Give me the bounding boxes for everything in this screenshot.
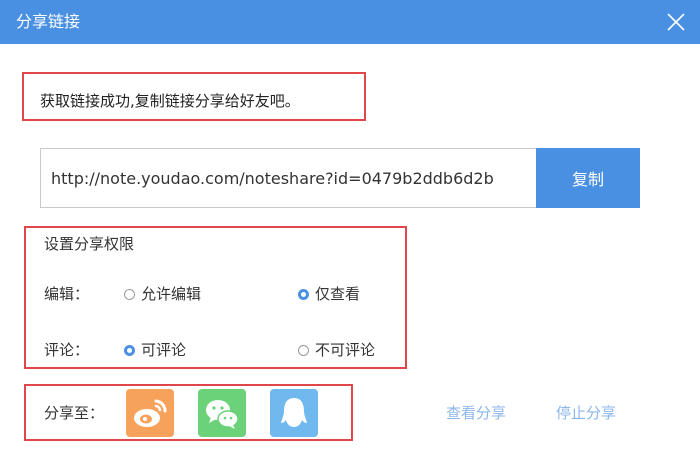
- radio-no-comment[interactable]: 不可评论: [298, 340, 375, 360]
- view-share-link[interactable]: 查看分享: [446, 403, 506, 423]
- comment-label: 评论：: [44, 341, 90, 359]
- radio-view-only[interactable]: 仅查看: [298, 284, 360, 304]
- radio-label: 允许编辑: [141, 285, 202, 303]
- radio-label: 不可评论: [315, 341, 376, 359]
- radio-circle: [124, 344, 135, 356]
- share-url-field[interactable]: [40, 148, 536, 208]
- radio-label: 仅查看: [315, 285, 361, 303]
- stop-share-link[interactable]: 停止分享: [556, 403, 616, 423]
- radio-circle: [298, 288, 309, 300]
- weibo-icon[interactable]: [126, 389, 174, 437]
- dialog-titlebar: 分享链接: [0, 0, 700, 44]
- radio-circle: [124, 288, 135, 300]
- permissions-heading: 设置分享权限: [44, 235, 135, 253]
- edit-label: 编辑：: [44, 285, 90, 303]
- qq-icon[interactable]: [270, 389, 318, 437]
- dialog-title: 分享链接: [16, 12, 81, 31]
- share-to-label: 分享至：: [44, 404, 105, 422]
- radio-circle: [298, 344, 309, 356]
- wechat-icon[interactable]: [198, 389, 246, 437]
- link-row: 复制: [40, 148, 640, 208]
- close-icon[interactable]: [664, 10, 688, 34]
- success-message: 获取链接成功,复制链接分享给好友吧。: [40, 92, 300, 110]
- radio-allow-comment[interactable]: 可评论: [124, 340, 186, 360]
- radio-label: 可评论: [141, 341, 187, 359]
- radio-allow-edit[interactable]: 允许编辑: [124, 284, 201, 304]
- copy-button[interactable]: 复制: [536, 148, 640, 208]
